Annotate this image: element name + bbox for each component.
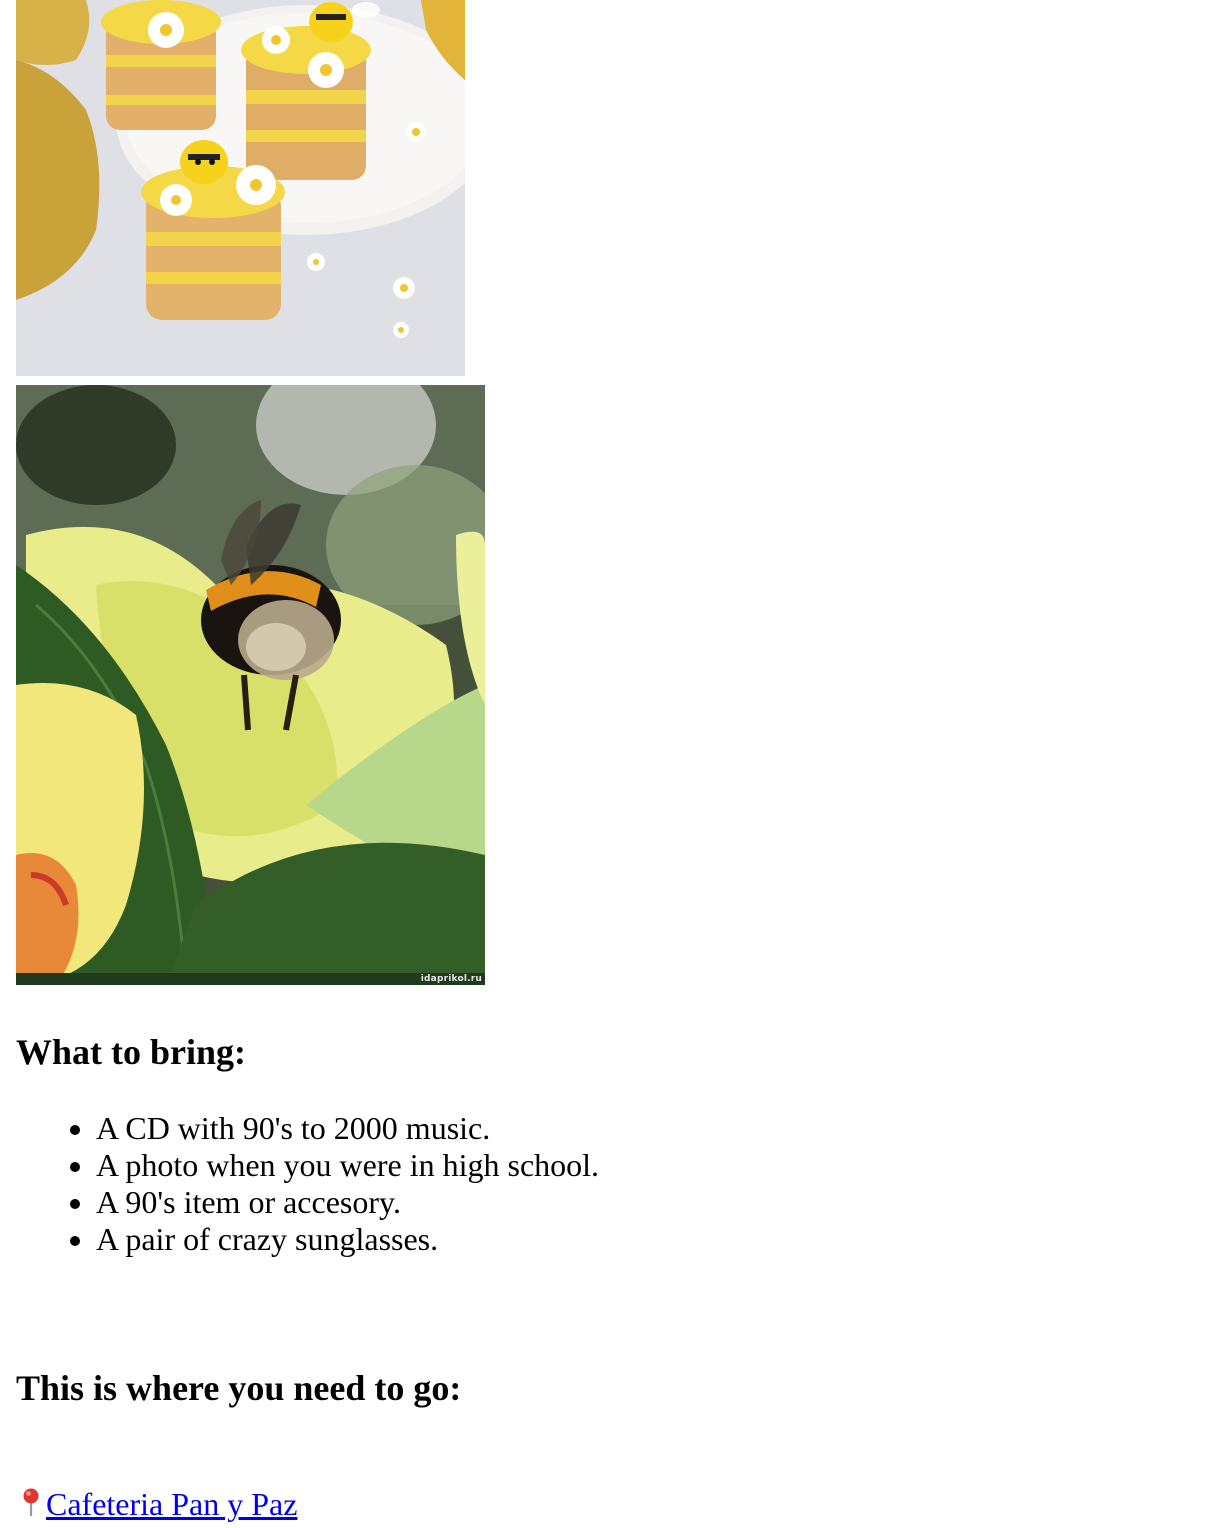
location-heading: This is where you need to go:	[16, 1368, 462, 1408]
round-pushpin-icon	[23, 1488, 39, 1516]
bring-list: A CD with 90's to 2000 music. A photo wh…	[16, 1110, 599, 1258]
cupcakes-photo	[16, 0, 465, 376]
image-watermark: idaprikol.ru	[420, 974, 482, 984]
location-link[interactable]: Cafeteria Pan y Paz	[16, 1484, 297, 1524]
bring-heading: What to bring:	[16, 1032, 247, 1072]
bring-item-photo: A photo when you were in high school.	[96, 1147, 599, 1184]
bring-item-cd: A CD with 90's to 2000 music.	[96, 1110, 599, 1147]
bring-item-accessory: A 90's item or accesory.	[96, 1184, 599, 1221]
location-link-label: Cafeteria Pan y Paz	[46, 1486, 298, 1522]
bring-item-sunglasses: A pair of crazy sunglasses.	[96, 1221, 599, 1258]
bumblebee-photo: idaprikol.ru	[16, 385, 485, 985]
